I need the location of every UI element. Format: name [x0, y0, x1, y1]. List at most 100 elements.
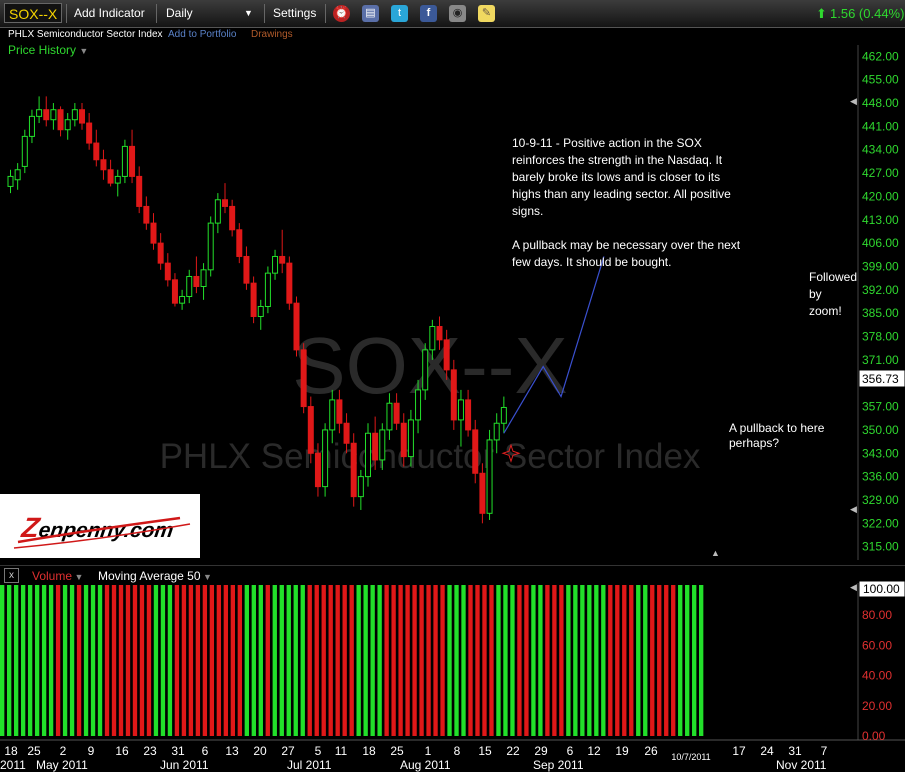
candle-down	[43, 109, 50, 121]
volume-bar	[83, 585, 89, 736]
date-tick-label: 2	[60, 744, 67, 758]
volume-bar	[321, 585, 326, 736]
annotation-main: 10-9-11 - Positive action in the SOX rein…	[512, 136, 741, 269]
volume-bar	[482, 585, 487, 736]
month-label: 2011	[0, 758, 26, 772]
annotation-line: few days. It should be bought.	[512, 255, 671, 269]
annotation-zoom: Followed by zoom!	[809, 270, 857, 318]
candle-up	[493, 422, 500, 441]
annotation-line: signs.	[512, 204, 543, 218]
volume-bar	[566, 585, 571, 736]
volume-tick-label: 40.00	[862, 669, 892, 683]
volume-bar	[272, 585, 277, 736]
candle-down	[479, 472, 486, 514]
volume-bar	[202, 585, 208, 736]
candle-up	[272, 255, 279, 274]
date-tick-label: 10/7/2011	[671, 752, 710, 762]
candle-down	[300, 349, 307, 408]
annotation-line: A pullback may be necessary over the nex…	[512, 238, 741, 252]
date-tick-label: 5	[315, 744, 322, 758]
candle-up	[415, 389, 422, 421]
volume-bar	[412, 585, 417, 736]
candle-down	[393, 402, 400, 424]
date-tick-label: 24	[760, 744, 774, 758]
candle-up	[500, 406, 507, 424]
candle-down	[450, 369, 457, 421]
close-icon[interactable]: x	[4, 568, 19, 583]
triangle-left-icon: ◀	[850, 504, 857, 514]
volume-label[interactable]: Volume ▼	[32, 569, 83, 583]
date-tick-label: 25	[390, 744, 404, 758]
date-tick-label: 12	[587, 744, 601, 758]
month-label: Sep 2011	[533, 758, 584, 772]
candle-down	[57, 109, 64, 131]
date-tick-label: 31	[788, 744, 802, 758]
volume-bar	[531, 585, 536, 736]
candle-down	[472, 429, 479, 474]
volume-bar	[363, 585, 368, 736]
moving-average-label[interactable]: Moving Average 50 ▼	[98, 569, 212, 583]
candle-up	[264, 272, 271, 308]
zenpenny-logo: Zenpenny.com	[0, 494, 200, 558]
volume-bar	[629, 585, 634, 736]
date-tick-label: 17	[732, 744, 746, 758]
volume-bar	[195, 585, 201, 736]
watermark-name: PHLX Semiconductor Sector Index	[160, 437, 701, 476]
volume-bar	[251, 585, 256, 736]
volume-bars-layer	[0, 585, 704, 736]
candle-down	[79, 109, 85, 124]
candle-down	[400, 422, 407, 458]
candle-up	[386, 402, 393, 431]
volume-bar	[132, 585, 138, 736]
volume-bar	[391, 585, 396, 736]
candle-up	[28, 115, 35, 137]
candle-down	[279, 255, 286, 264]
volume-bar	[615, 585, 620, 736]
volume-tick-label: 0.00	[862, 729, 886, 743]
candle-down	[157, 242, 164, 264]
candle-up	[457, 399, 464, 421]
price-tick-label: 413.00	[862, 213, 899, 227]
price-tick-label: 392.00	[862, 283, 899, 297]
volume-bar	[678, 585, 683, 736]
volume-bar	[496, 585, 501, 736]
volume-bar	[538, 585, 543, 736]
volume-bar	[160, 585, 166, 736]
date-tick-label: 29	[534, 744, 548, 758]
volume-bar	[622, 585, 627, 736]
triangle-left-icon: ◀	[850, 96, 857, 106]
volume-bar	[608, 585, 613, 736]
volume-bar	[111, 585, 117, 736]
volume-bar	[377, 585, 382, 736]
candle-up	[200, 269, 207, 287]
annotation-line: A pullback to here	[729, 421, 825, 435]
volume-bar	[279, 585, 284, 736]
candle-up	[486, 439, 493, 514]
candle-down	[171, 279, 178, 304]
candle-up	[186, 275, 193, 297]
volume-bar	[489, 585, 494, 736]
date-tick-label: 31	[171, 744, 185, 758]
price-tick-label: 399.00	[862, 259, 899, 273]
volume-bar	[349, 585, 354, 736]
date-tick-label: 8	[454, 744, 461, 758]
candle-down	[193, 275, 200, 287]
price-axis-labels: 462.00 455.00 448.00 441.00 434.00 427.00 420.…	[862, 49, 899, 553]
volume-bar	[6, 585, 12, 736]
date-tick-label: 1	[425, 744, 432, 758]
annotation-line: 10-9-11 - Positive action in the SOX	[512, 136, 702, 150]
candle-down	[314, 452, 321, 488]
volume-bar	[398, 585, 403, 736]
volume-bar	[503, 585, 508, 736]
annotation-line: reinforces the strength in the Nasdaq. I…	[512, 153, 723, 167]
volume-bar	[419, 585, 424, 736]
volume-current-value: 100.00	[863, 582, 900, 596]
price-chart[interactable]: SOX--X PHLX Semiconductor Sector Index 4…	[0, 0, 905, 772]
volume-bar	[97, 585, 103, 736]
volume-tick-label: 20.00	[862, 699, 892, 713]
volume-bar	[657, 585, 662, 736]
candle-down	[107, 169, 114, 184]
candle-up	[257, 306, 264, 318]
volume-bar	[524, 585, 529, 736]
candle-up	[357, 476, 364, 498]
